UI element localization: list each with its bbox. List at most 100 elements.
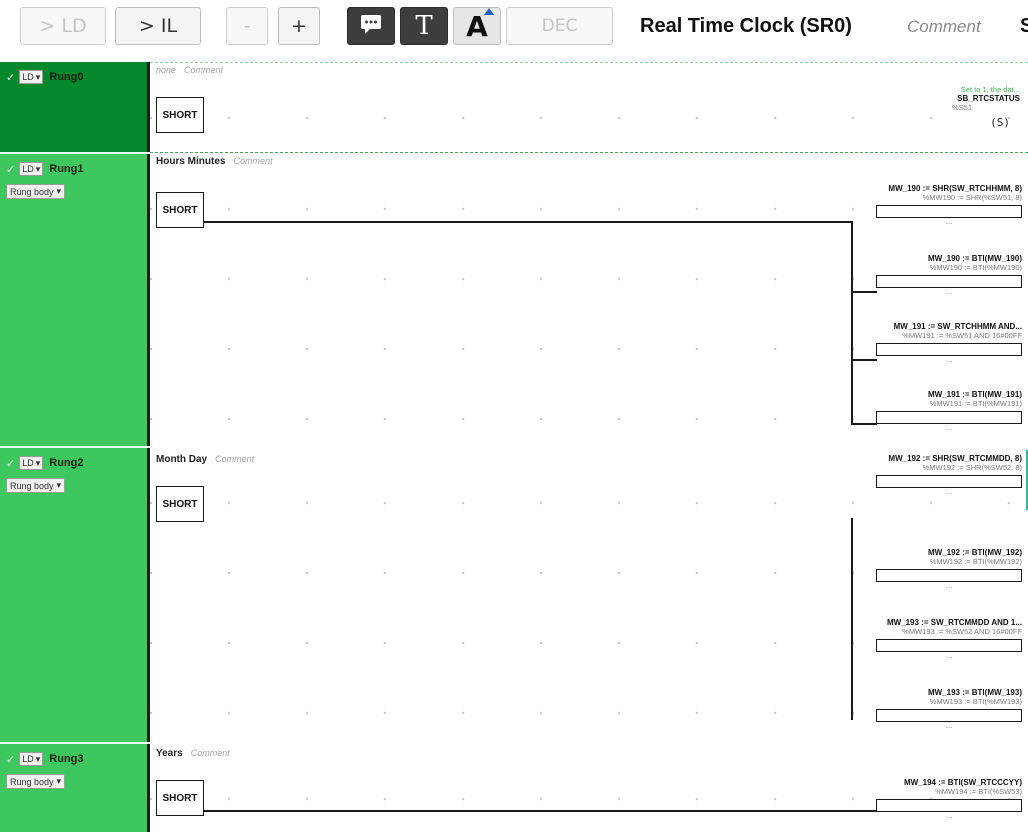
- operation-address: %MW191 := BTI(%MW191): [929, 399, 1022, 408]
- rung-0-name: Rung0: [49, 71, 84, 83]
- rung-3[interactable]: ✓ LD ▾ Rung3 Rung body ▾ Years Comment SHOR…: [0, 744, 1028, 832]
- chevron-down-icon: ▾: [35, 71, 41, 82]
- rung-1-header[interactable]: ✓ LD ▾ Rung1 Rung body ▾: [0, 154, 150, 446]
- rung-2-title[interactable]: Month Day Comment: [156, 454, 254, 465]
- comments-toggle-button[interactable]: [347, 7, 395, 45]
- rung-3-body-select[interactable]: Rung body ▾: [6, 774, 66, 789]
- rung-2[interactable]: ✓ LD ▾ Rung2 Rung body ▾ Month Day Comment …: [0, 448, 1028, 742]
- operation-more[interactable]: ...: [852, 356, 1022, 364]
- zoom-out-button[interactable]: -: [226, 7, 268, 45]
- checkmark-icon[interactable]: ✓: [6, 753, 15, 766]
- operation-title: MW_192 := BTI(MW_192): [927, 548, 1022, 557]
- zoom-in-button[interactable]: +: [278, 7, 320, 45]
- rung-2-body-label: Rung body: [10, 480, 54, 491]
- font-size-icon: A: [466, 7, 494, 43]
- rung-3-header[interactable]: ✓ LD ▾ Rung3 Rung body ▾: [0, 744, 150, 832]
- rung-1-name: Rung1: [49, 163, 84, 175]
- coil-address: %S51: [952, 103, 973, 112]
- rung-1[interactable]: ✓ LD ▾ Rung1 Rung body ▾ Hours Minutes Comm…: [0, 154, 1028, 446]
- rung-3-comment[interactable]: Comment: [191, 748, 230, 758]
- checkmark-icon[interactable]: ✓: [6, 71, 15, 84]
- rung-3-mode-select[interactable]: LD ▾: [19, 752, 44, 766]
- operation-block[interactable]: MW_193 := SW_RTCMMDD AND 1... %MW193 := …: [852, 618, 1022, 660]
- truncated-text: S: [1020, 15, 1028, 37]
- toolbar: > LD > IL - + T A DEC Real Time Clock (S…: [0, 0, 1028, 58]
- rung-1-body-select[interactable]: Rung body ▾: [6, 184, 66, 199]
- font-size-button[interactable]: A: [453, 7, 501, 45]
- rung-1-wire: [204, 221, 851, 223]
- rung-3-wire: [204, 810, 879, 812]
- operation-more[interactable]: ...: [852, 288, 1022, 296]
- operation-address: %MW190 := BTI(%MW190): [929, 263, 1022, 272]
- rung-0-comment[interactable]: Comment: [184, 65, 223, 75]
- rung-1-mode-select[interactable]: LD ▾: [19, 162, 44, 176]
- checkmark-icon[interactable]: ✓: [6, 163, 15, 176]
- rung-2-body-select[interactable]: Rung body ▾: [6, 478, 66, 493]
- operation-more[interactable]: ...: [852, 652, 1022, 660]
- operation-more[interactable]: ...: [852, 488, 1022, 496]
- operation-address: %MW191 := %SW51 AND 16#00FF: [902, 331, 1022, 340]
- operation-title: MW_193 := BTI(MW_193): [927, 688, 1022, 697]
- chevron-down-icon: ▾: [56, 776, 62, 786]
- rung-1-mode-label: LD: [22, 164, 34, 174]
- chevron-down-icon: ▾: [35, 163, 41, 174]
- operation-block[interactable]: MW_190 := SHR(SW_RTCHHMM, 8) %MW190 := S…: [852, 184, 1022, 226]
- rung-0-mode-label: LD: [22, 72, 34, 82]
- coil-symbol: SB_RTCSTATUS: [957, 94, 1020, 103]
- rung-0-title-text: none: [156, 65, 177, 75]
- rung-0-contact-label: SHORT: [162, 109, 198, 121]
- page-title: Real Time Clock (SR0): [640, 15, 852, 37]
- operation-more[interactable]: ...: [852, 812, 1022, 820]
- text-toggle-button[interactable]: T: [400, 7, 448, 45]
- operation-more[interactable]: ...: [852, 424, 1022, 432]
- convert-to-ld-label: > LD: [39, 15, 87, 37]
- convert-to-ld-button[interactable]: > LD: [20, 7, 106, 45]
- zoom-out-label: -: [243, 15, 251, 37]
- chevron-down-icon: ▾: [56, 186, 62, 196]
- rung-2-mode-select[interactable]: LD ▾: [19, 456, 44, 470]
- rung-0-coil[interactable]: Set to 1, the dat... SB_RTCSTATUS %S51 (…: [910, 85, 1020, 129]
- operation-block[interactable]: MW_192 := BTI(MW_192) %MW192 := BTI(%MW1…: [852, 548, 1022, 590]
- operation-more[interactable]: ...: [852, 218, 1022, 226]
- rung-2-canvas[interactable]: Month Day Comment SHORT MW_192 := SHR(SW_…: [150, 448, 1028, 742]
- operation-block[interactable]: MW_191 := SW_RTCHHMM AND... %MW191 := %S…: [852, 322, 1022, 364]
- rung-1-short-contact[interactable]: SHORT: [156, 192, 204, 228]
- operation-more[interactable]: ...: [852, 582, 1022, 590]
- rung-3-canvas[interactable]: Years Comment SHORT MW_194 := BTI(SW_RTCC…: [150, 744, 1028, 832]
- rung-3-short-contact[interactable]: SHORT: [156, 780, 204, 816]
- rung-2-short-contact[interactable]: SHORT: [156, 486, 204, 522]
- rung-2-comment[interactable]: Comment: [215, 454, 254, 464]
- rung-3-title-text: Years: [156, 748, 183, 759]
- operation-block[interactable]: MW_193 := BTI(MW_193) %MW193 := BTI(%MW1…: [852, 688, 1022, 730]
- rung-0-short-contact[interactable]: SHORT: [156, 97, 204, 133]
- rung-3-name: Rung3: [49, 753, 84, 765]
- operation-title: MW_190 := SHR(SW_RTCHHMM, 8): [888, 184, 1022, 193]
- operation-title: MW_190 := BTI(MW_190): [927, 254, 1022, 263]
- rung-1-title[interactable]: Hours Minutes Comment: [156, 156, 272, 167]
- operation-title: MW_191 := SW_RTCHHMM AND...: [893, 322, 1022, 331]
- operation-block[interactable]: MW_190 := BTI(MW_190) %MW190 := BTI(%MW1…: [852, 254, 1022, 296]
- rung-separator: [150, 152, 1028, 153]
- checkmark-icon[interactable]: ✓: [6, 457, 15, 470]
- rung-0-canvas[interactable]: none Comment SHORT Set to 1, the dat... S…: [150, 62, 1028, 152]
- rung-1-canvas[interactable]: Hours Minutes Comment SHORT MW_190 := SHR…: [150, 154, 1028, 446]
- operation-address: %MW194 := BTI(%SW53): [935, 787, 1022, 796]
- rung-1-contact-label: SHORT: [162, 204, 198, 216]
- dec-format-button[interactable]: DEC: [506, 7, 613, 45]
- operation-block[interactable]: MW_192 := SHR(SW_RTCMMDD, 8) %MW192 := S…: [852, 454, 1022, 496]
- rung-0-mode-select[interactable]: LD ▾: [19, 70, 44, 84]
- rung-1-comment[interactable]: Comment: [233, 156, 272, 166]
- rung-0[interactable]: ✓ LD ▾ Rung0 none Comment SHORT Set to 1, …: [0, 62, 1028, 152]
- rung-3-title[interactable]: Years Comment: [156, 748, 230, 759]
- convert-to-il-button[interactable]: > IL: [115, 7, 201, 45]
- rung-0-title[interactable]: none Comment: [156, 65, 223, 75]
- title-comment-field[interactable]: Comment: [907, 17, 981, 37]
- rung-0-header[interactable]: ✓ LD ▾ Rung0: [0, 62, 150, 152]
- rung-2-name: Rung2: [49, 457, 84, 469]
- rung-2-header[interactable]: ✓ LD ▾ Rung2 Rung body ▾: [0, 448, 150, 742]
- operation-address: %MW192 := SHR(%SW52, 8): [922, 463, 1022, 472]
- operation-block[interactable]: MW_194 := BTI(SW_RTCCCYY) %MW194 := BTI(…: [852, 778, 1022, 820]
- operation-more[interactable]: ...: [852, 722, 1022, 730]
- operation-block[interactable]: MW_191 := BTI(MW_191) %MW191 := BTI(%MW1…: [852, 390, 1022, 432]
- rung-2-title-text: Month Day: [156, 454, 208, 465]
